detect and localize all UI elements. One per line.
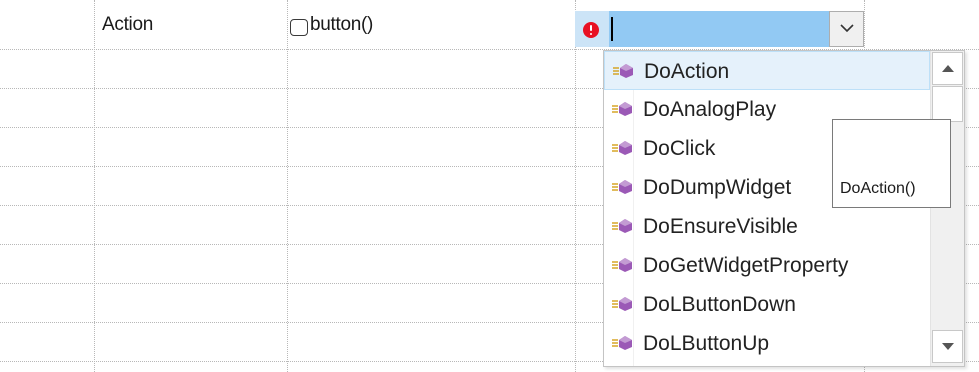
list-item-label: DoClick xyxy=(643,137,716,160)
list-item-label: DoLButtonUp xyxy=(643,332,770,355)
list-item-label: DoLButtonDown xyxy=(643,293,796,316)
text-caret xyxy=(611,17,613,41)
arrow-down-icon xyxy=(942,343,954,350)
method-icon xyxy=(612,141,632,155)
list-item[interactable]: DoLButtonDown xyxy=(604,285,930,324)
scroll-thumb[interactable] xyxy=(932,86,963,122)
column-divider xyxy=(287,0,288,372)
method-icon xyxy=(612,180,632,194)
checkbox[interactable] xyxy=(290,19,308,36)
method-icon xyxy=(612,102,632,116)
action-cell[interactable]: Action xyxy=(102,14,153,36)
method-icon xyxy=(612,297,632,311)
list-item[interactable]: DoLButtonUp xyxy=(604,324,930,363)
method-dropdown-list[interactable]: DoAction DoAnalogPlay DoClick DoDumpWidget D… xyxy=(603,50,965,367)
arrow-up-icon xyxy=(942,65,954,72)
list-item-label: DoGetWidgetProperty xyxy=(643,254,849,277)
column-divider xyxy=(575,0,576,372)
method-icon xyxy=(612,336,632,350)
object-cell[interactable]: button() xyxy=(310,14,373,36)
list-item-label: DoDumpWidget xyxy=(643,176,792,199)
method-combobox[interactable] xyxy=(575,11,864,47)
error-icon xyxy=(583,22,599,38)
scroll-down-button[interactable] xyxy=(932,330,963,363)
combo-edit-field[interactable] xyxy=(609,11,829,47)
method-icon xyxy=(612,258,632,272)
list-item[interactable]: DoEnsureVisible xyxy=(604,207,930,246)
list-item[interactable]: DoGetWidgetProperty xyxy=(604,246,930,285)
scrollbar[interactable] xyxy=(930,51,964,366)
method-icon xyxy=(612,219,632,233)
column-divider xyxy=(94,0,95,372)
chevron-down-icon xyxy=(840,24,854,33)
scroll-up-button[interactable] xyxy=(932,52,963,85)
list-item-label: DoEnsureVisible xyxy=(643,215,798,238)
method-icon xyxy=(613,64,633,78)
dropdown-button[interactable] xyxy=(829,11,864,47)
tooltip: DoAction() xyxy=(832,119,951,208)
list-item[interactable]: DoAction xyxy=(604,51,930,90)
list-item-label: DoAction xyxy=(644,60,730,83)
list-item-label: DoAnalogPlay xyxy=(643,98,777,121)
tooltip-text: DoAction() xyxy=(840,180,916,197)
